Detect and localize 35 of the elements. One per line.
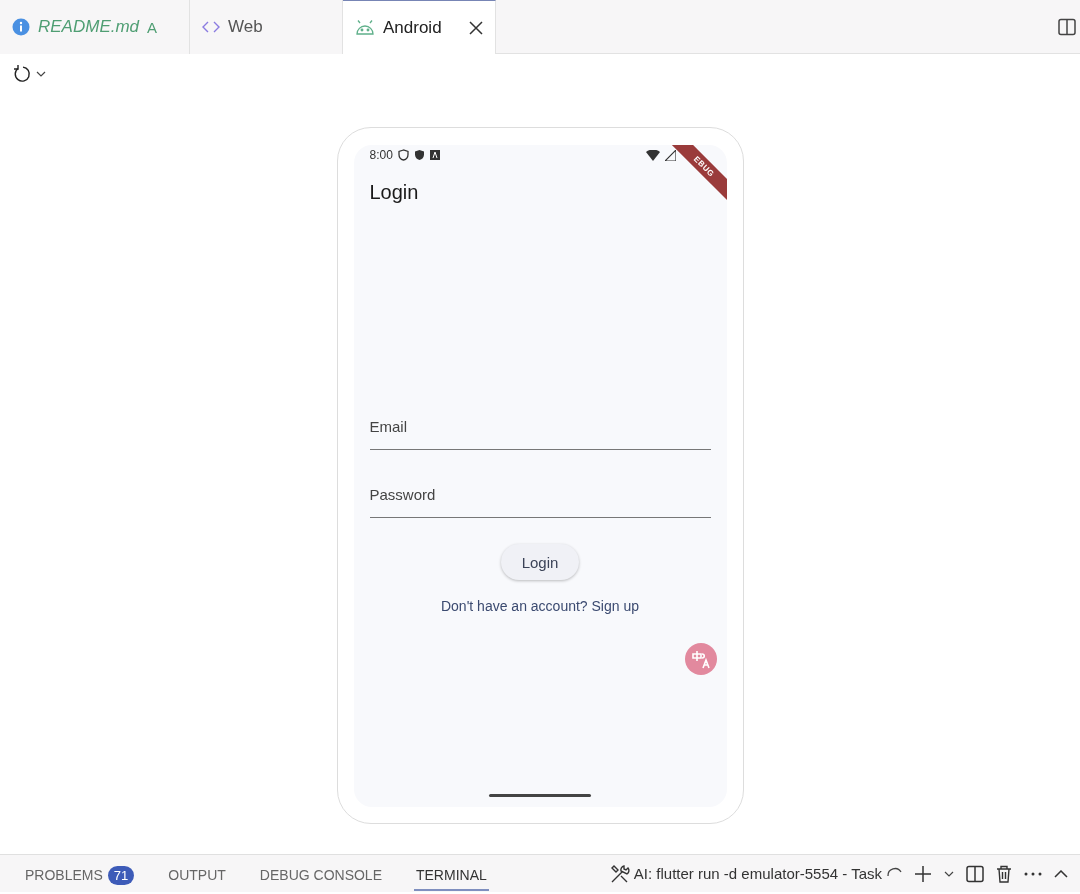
editor-tab[interactable]: Web bbox=[190, 0, 343, 54]
refresh-icon[interactable] bbox=[12, 64, 32, 84]
login-button[interactable]: Login bbox=[500, 544, 580, 580]
input-field[interactable]: Email bbox=[369, 404, 711, 450]
shield-icon bbox=[413, 149, 425, 161]
info-icon bbox=[12, 18, 30, 36]
panel-tab[interactable]: PROBLEMS 71 bbox=[23, 861, 137, 891]
editor-tab[interactable]: Android bbox=[343, 0, 496, 54]
terminal-task-label[interactable]: AI: flutter run -d emulator-5554 - Task bbox=[633, 865, 882, 882]
git-status-label: A bbox=[147, 18, 158, 36]
close-icon[interactable] bbox=[469, 20, 483, 35]
app-bar-title: Login bbox=[369, 181, 420, 204]
keyboard-icon bbox=[429, 150, 440, 160]
wifi-icon bbox=[645, 149, 660, 161]
input-field[interactable]: Password bbox=[369, 472, 711, 518]
split-terminal-icon[interactable] bbox=[966, 864, 984, 883]
status-time: 8:00 bbox=[369, 148, 393, 162]
shield-icon bbox=[397, 149, 409, 161]
panel-tab[interactable]: OUTPUT bbox=[166, 861, 228, 891]
chevron-up-icon[interactable] bbox=[1054, 869, 1068, 878]
plus-icon[interactable] bbox=[914, 864, 932, 883]
split-editor-icon[interactable] bbox=[1058, 17, 1076, 36]
code-icon bbox=[202, 20, 220, 34]
signal-icon bbox=[664, 149, 676, 161]
trash-icon[interactable] bbox=[996, 864, 1012, 883]
count-badge: 71 bbox=[107, 865, 135, 885]
chevron-down-icon[interactable] bbox=[36, 70, 46, 78]
panel-tab[interactable]: DEBUG CONSOLE bbox=[257, 861, 384, 891]
tools-icon bbox=[609, 863, 630, 884]
more-icon[interactable] bbox=[1024, 871, 1042, 876]
translate-icon bbox=[690, 649, 711, 669]
panel-tab[interactable]: TERMINAL bbox=[414, 861, 489, 891]
chevron-down-icon[interactable] bbox=[944, 869, 954, 878]
sign-up-link[interactable]: Don't have an account? Sign up bbox=[440, 598, 639, 614]
android-icon bbox=[355, 19, 375, 36]
